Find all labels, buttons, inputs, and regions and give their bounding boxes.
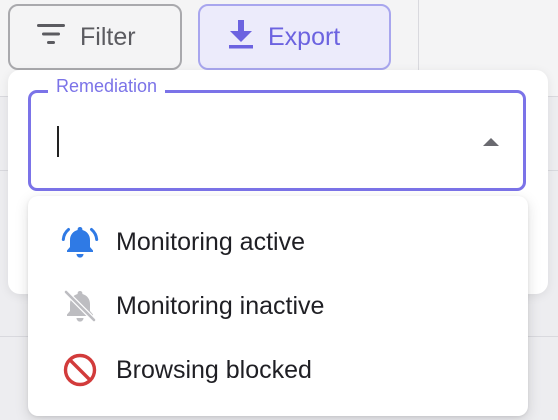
text-caret [57,126,59,157]
arrow-up-icon[interactable] [482,134,500,152]
option-monitoring-inactive[interactable]: Monitoring inactive [28,274,528,338]
download-icon [228,19,254,56]
filter-button[interactable]: Filter [8,4,182,70]
filter-label: Filter [80,22,136,51]
option-browsing-blocked[interactable]: Browsing blocked [28,338,528,402]
option-label: Monitoring active [116,227,305,256]
export-button[interactable]: Export [198,4,391,70]
blocked-icon [60,350,100,390]
bell-active-icon [60,222,100,262]
export-label: Export [268,22,341,51]
filter-icon [36,23,66,52]
remediation-legend: Remediation [48,76,166,96]
option-label: Monitoring inactive [116,291,325,320]
bell-off-icon [60,286,100,326]
option-monitoring-active[interactable]: Monitoring active [28,210,528,274]
remediation-options-menu: Monitoring active Monitoring inactive Br… [28,196,528,416]
toolbar-divider [418,0,419,70]
option-label: Browsing blocked [116,355,312,384]
remediation-input[interactable] [56,124,456,160]
